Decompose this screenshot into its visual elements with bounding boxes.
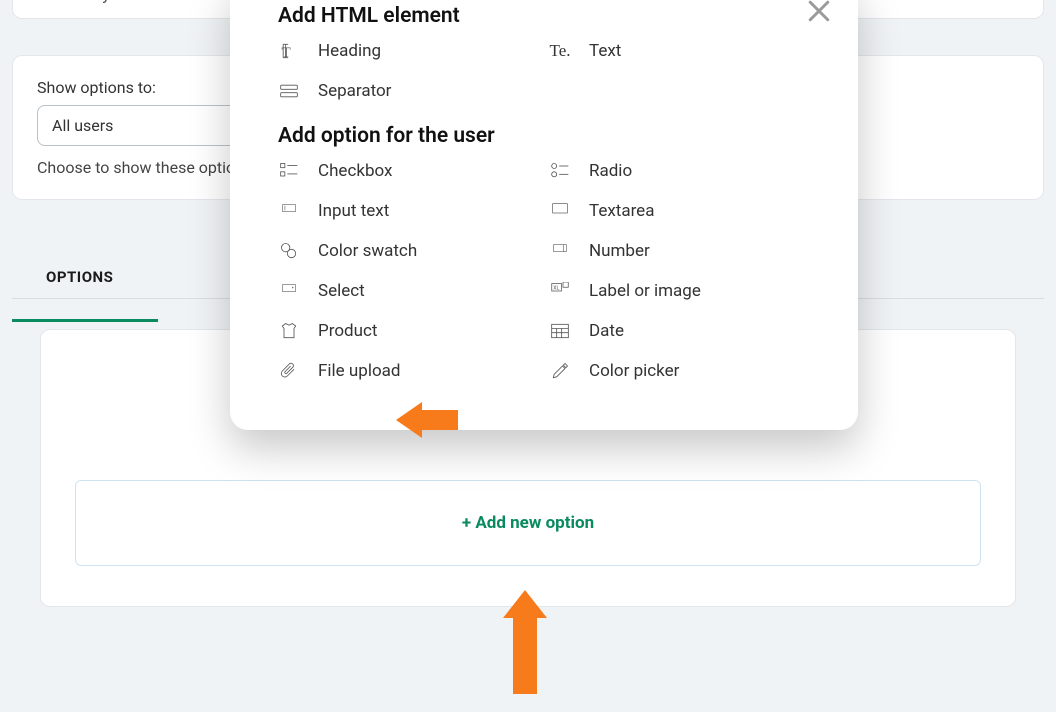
tab-options[interactable]: OPTIONS bbox=[46, 268, 113, 298]
option-colorswatch[interactable]: Color swatch bbox=[278, 240, 539, 262]
textarea-icon bbox=[549, 200, 571, 222]
modal-heading-html: Add HTML element bbox=[278, 4, 810, 28]
product-icon bbox=[278, 320, 300, 342]
option-number-label: Number bbox=[589, 241, 650, 261]
option-heading-label: Heading bbox=[318, 41, 381, 61]
colorpicker-icon bbox=[549, 360, 571, 382]
add-new-option-button[interactable]: + Add new option bbox=[75, 480, 981, 566]
fileupload-icon bbox=[278, 360, 300, 382]
option-inputtext[interactable]: Input text bbox=[278, 200, 539, 222]
checkbox-icon bbox=[278, 160, 300, 182]
option-textarea-label: Textarea bbox=[589, 201, 654, 221]
svg-text:XL: XL bbox=[553, 286, 559, 292]
svg-text:T: T bbox=[282, 45, 291, 61]
number-icon bbox=[549, 240, 571, 262]
option-separator[interactable]: Separator bbox=[278, 80, 539, 102]
date-icon bbox=[549, 320, 571, 342]
annotation-arrow-addnew bbox=[503, 590, 547, 694]
option-colorswatch-label: Color swatch bbox=[318, 241, 417, 261]
option-inputtext-label: Input text bbox=[318, 201, 389, 221]
option-product[interactable]: Product bbox=[278, 320, 539, 342]
close-button[interactable] bbox=[804, 0, 834, 26]
option-colorpicker[interactable]: Color picker bbox=[549, 360, 810, 382]
modal-heading-options: Add option for the user bbox=[278, 124, 810, 148]
option-separator-label: Separator bbox=[318, 81, 391, 101]
option-heading[interactable]: T Heading bbox=[278, 40, 539, 62]
option-number[interactable]: Number bbox=[549, 240, 810, 262]
option-label-label: Label or image bbox=[589, 281, 701, 301]
heading-icon: T bbox=[278, 40, 300, 62]
option-select[interactable]: Select bbox=[278, 280, 539, 302]
option-text[interactable]: Te. Text bbox=[549, 40, 810, 62]
tab-options-label: OPTIONS bbox=[46, 268, 113, 286]
inputtext-icon bbox=[278, 200, 300, 222]
annotation-arrow-product bbox=[388, 402, 458, 438]
option-product-label: Product bbox=[318, 321, 377, 341]
text-icon: Te. bbox=[549, 40, 571, 62]
option-date[interactable]: Date bbox=[549, 320, 810, 342]
option-colorpicker-label: Color picker bbox=[589, 361, 679, 381]
option-textarea[interactable]: Textarea bbox=[549, 200, 810, 222]
close-icon bbox=[804, 0, 834, 26]
option-radio-label: Radio bbox=[589, 161, 632, 181]
option-date-label: Date bbox=[589, 321, 624, 341]
option-checkbox-label: Checkbox bbox=[318, 161, 392, 181]
show-options-value: All users bbox=[52, 116, 113, 135]
option-fileupload-label: File upload bbox=[318, 361, 400, 381]
option-select-label: Select bbox=[318, 281, 365, 301]
option-fileupload[interactable]: File upload bbox=[278, 360, 539, 382]
option-checkbox[interactable]: Checkbox bbox=[278, 160, 539, 182]
select-icon bbox=[278, 280, 300, 302]
colorswatch-icon bbox=[278, 240, 300, 262]
radio-icon bbox=[549, 160, 571, 182]
option-radio[interactable]: Radio bbox=[549, 160, 810, 182]
option-label[interactable]: XL Label or image bbox=[549, 280, 810, 302]
label-icon: XL bbox=[549, 280, 571, 302]
add-element-modal: Add HTML element T Heading Te. Text Sepa… bbox=[230, 0, 858, 430]
separator-icon bbox=[278, 80, 300, 102]
option-text-label: Text bbox=[589, 41, 621, 61]
